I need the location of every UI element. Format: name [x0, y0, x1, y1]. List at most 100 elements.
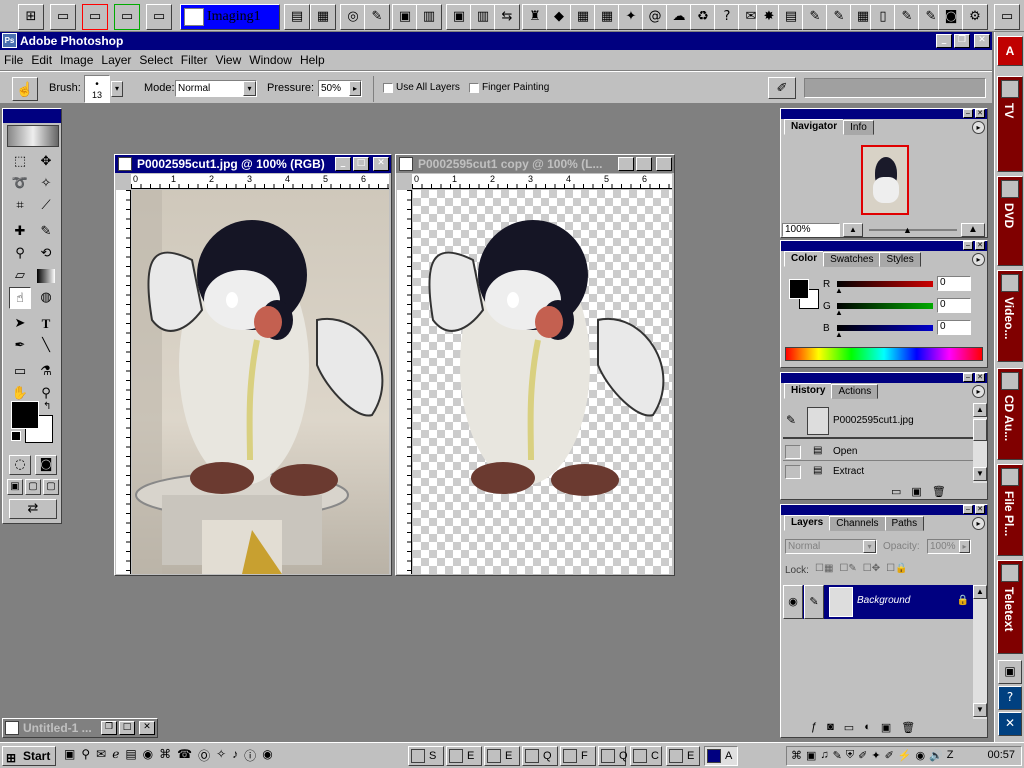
tab-color[interactable]: Color — [784, 251, 825, 267]
menu-image[interactable]: Image — [60, 53, 93, 67]
outlook-icon[interactable]: ✉ — [96, 747, 106, 764]
jump-to-imageready-icon[interactable]: ⇄ — [9, 499, 57, 519]
tab-channels[interactable]: Channels — [829, 516, 886, 531]
edit-icon[interactable]: ✎ — [826, 4, 852, 30]
pen-icon[interactable]: ✎ — [364, 4, 390, 30]
palette-title-bar[interactable]: – ✕ — [781, 109, 987, 119]
eye-icon[interactable]: ◉ — [783, 585, 803, 619]
tab-layers[interactable]: Layers — [784, 515, 831, 531]
channel-b-input[interactable]: 0 — [937, 320, 971, 335]
task-button-active[interactable]: A — [704, 746, 738, 766]
tab-history[interactable]: History — [784, 383, 833, 399]
audio-tray-icon[interactable]: ♫ — [820, 749, 828, 762]
history-snapshot-row[interactable]: ✎ P0002595cut1.jpg — [783, 403, 973, 439]
new-document-icon[interactable]: ▭ — [891, 485, 901, 498]
scroll-down-icon[interactable]: ▼ — [973, 467, 987, 481]
close-button[interactable]: ✕ — [975, 109, 985, 118]
tab-swatches[interactable]: Swatches — [823, 252, 881, 267]
scanner-icon[interactable]: ▤ — [284, 4, 310, 30]
task-button[interactable]: S — [408, 746, 444, 766]
move-tool-icon[interactable]: ✥ — [35, 151, 57, 173]
zoom-in-icon[interactable]: ▲ — [961, 223, 985, 237]
opacity-input[interactable]: 100% ▸ — [927, 539, 971, 554]
tv-icon[interactable]: ▣ — [392, 4, 418, 30]
history-brush-tool-icon[interactable]: ⟲ — [35, 243, 57, 265]
player-icon[interactable]: ◉ — [262, 747, 272, 764]
history-scrollbar[interactable]: ▲ ▼ — [973, 403, 987, 483]
toggle-icon[interactable]: ◙ — [938, 4, 964, 30]
figure-icon[interactable]: ♜ — [522, 4, 548, 30]
zonealarm-icon[interactable]: Z — [947, 749, 954, 762]
arrows-icon[interactable]: ⇆ — [494, 4, 520, 30]
menu-filter[interactable]: Filter — [181, 53, 208, 67]
marquee-tool-icon[interactable]: ⬚ — [9, 151, 31, 173]
sidebar-dvd-button[interactable]: DVD — [997, 176, 1023, 266]
folder-green-icon[interactable]: ▭ — [114, 4, 140, 30]
question-icon[interactable]: ? — [714, 4, 740, 30]
brush-icon[interactable]: ✎ — [804, 585, 824, 619]
scroll-down-icon[interactable]: ▼ — [973, 703, 987, 717]
display-tray-icon[interactable]: ▣ — [806, 749, 816, 762]
screen-mode-1-icon[interactable]: ▣ — [7, 479, 23, 495]
restore-button[interactable]: ❐ — [954, 34, 970, 48]
line-tool-icon[interactable]: ╲ — [35, 335, 57, 357]
slice-tool-icon[interactable]: ⟋ — [35, 195, 57, 217]
globe-icon[interactable]: ◎ — [340, 4, 366, 30]
close-button[interactable]: ✕ — [139, 721, 155, 735]
slider-thumb-icon[interactable]: ▲ — [835, 330, 843, 339]
adjustment-layer-icon[interactable]: ◐ — [864, 721, 871, 734]
path-selection-tool-icon[interactable]: ➤ — [9, 313, 31, 335]
diamond-icon[interactable]: ◆ — [546, 4, 572, 30]
screen-mode-3-icon[interactable]: ▢ — [43, 479, 59, 495]
start-button[interactable]: ⊞ Start — [2, 746, 56, 766]
folder-icon[interactable]: ▭ — [146, 4, 172, 30]
grid-icon[interactable]: ▦ — [594, 4, 620, 30]
task-button[interactable]: C — [630, 746, 662, 766]
menu-select[interactable]: Select — [139, 53, 172, 67]
clone-stamp-tool-icon[interactable]: ⚲ — [9, 243, 31, 265]
layer-style-icon[interactable]: ƒ — [811, 721, 817, 734]
doc-icon[interactable]: ▯ — [870, 4, 896, 30]
network-tray-icon[interactable]: ⌘ — [791, 749, 802, 762]
new-set-icon[interactable]: ▭ — [844, 721, 854, 734]
zoom-out-icon[interactable]: ▲ — [843, 223, 863, 237]
alert-tray-icon[interactable]: ◉ — [915, 749, 925, 762]
menu-edit[interactable]: Edit — [31, 53, 52, 67]
notepad-icon[interactable]: ▤ — [125, 747, 136, 764]
imaging-folder-button[interactable]: Imaging1 — [180, 4, 280, 30]
power-tray-icon[interactable]: ⚡ — [898, 749, 912, 762]
eyedropper-tool-icon[interactable]: ⚗ — [35, 361, 57, 383]
menu-layer[interactable]: Layer — [101, 53, 131, 67]
star-tray-icon[interactable]: ✦ — [871, 749, 880, 762]
tab-info[interactable]: Info — [843, 120, 874, 135]
minimize-button[interactable]: – — [963, 241, 973, 250]
close-button[interactable]: ✕ — [975, 505, 985, 514]
brush-tool-icon[interactable]: ✐ — [768, 77, 796, 99]
slider-thumb-icon[interactable]: ▲ — [835, 308, 843, 317]
menu-window[interactable]: Window — [249, 53, 292, 67]
monitor-icon[interactable]: ▣ — [998, 660, 1022, 684]
maximize-button[interactable]: □ — [636, 157, 652, 171]
close-button[interactable]: ✕ — [975, 241, 985, 250]
swirl-icon[interactable]: @ — [642, 4, 668, 30]
lasso-tool-icon[interactable]: ➰ — [9, 173, 31, 195]
opera-icon[interactable]: Ⓞ — [198, 747, 210, 764]
phone-icon[interactable]: ☎ — [177, 747, 192, 764]
note-icon[interactable]: ♪ — [232, 747, 238, 764]
pen-tool-icon[interactable]: ✒ — [9, 335, 31, 357]
channel-b-slider[interactable] — [837, 325, 933, 331]
healing-brush-tool-icon[interactable]: ✚ — [9, 221, 31, 243]
help-icon[interactable]: ? — [998, 686, 1022, 710]
close-icon[interactable]: ✕ — [998, 712, 1022, 736]
plugin-icon[interactable]: ✧ — [216, 747, 226, 764]
layer-mask-icon[interactable]: ◙ — [827, 721, 834, 734]
screen-icon[interactable]: ▣ — [446, 4, 472, 30]
pen-tray-icon[interactable]: ✐ — [885, 749, 894, 762]
document-title-bar[interactable]: P0002595cut1.jpg @ 100% (RGB) _ □ ✕ — [115, 155, 391, 173]
palette-title-bar[interactable]: – ✕ — [781, 505, 987, 515]
ie-icon[interactable]: ℯ — [112, 747, 119, 764]
maximize-button[interactable]: □ — [353, 157, 369, 171]
brush-preview[interactable]: • 13 — [84, 75, 110, 103]
adobe-feather-icon[interactable] — [7, 125, 59, 147]
type-tool-icon[interactable]: T — [35, 313, 57, 335]
